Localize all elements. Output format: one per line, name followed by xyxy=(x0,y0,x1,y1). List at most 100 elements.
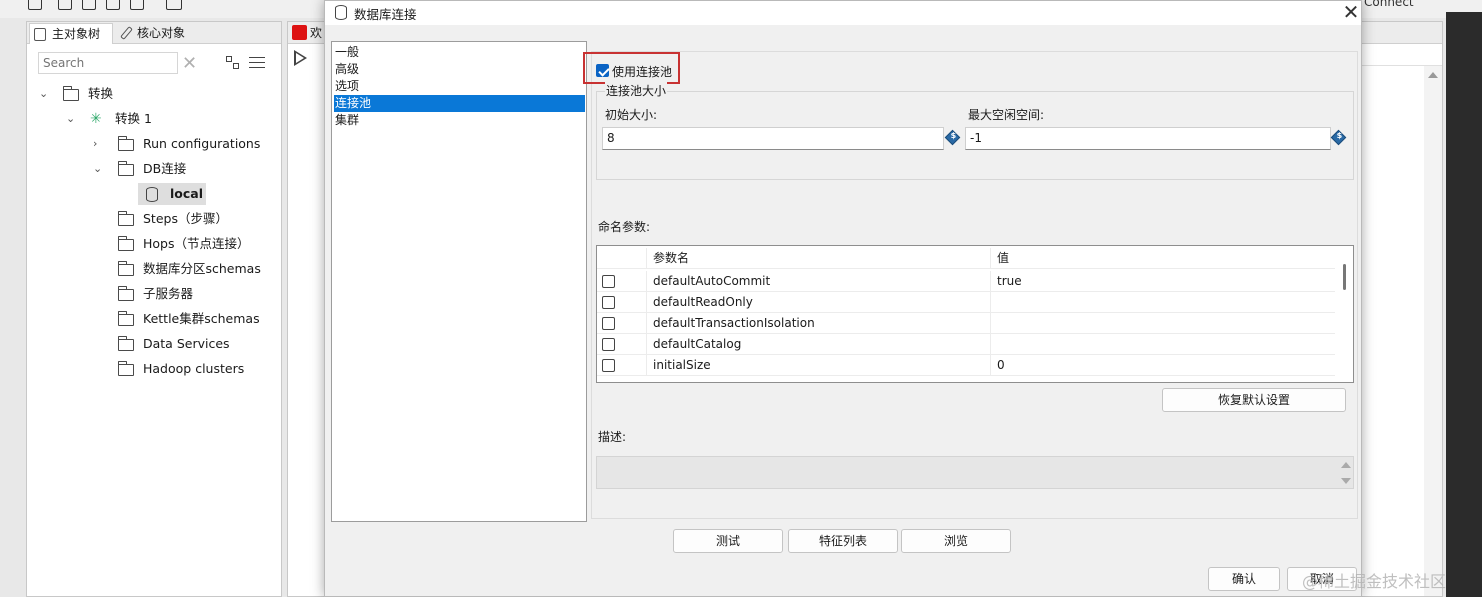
left-object-panel: 主对象树 核心对象 ✕ ⌄ 转换 ⌄ ✳ 转换 1 › Run configur… xyxy=(26,21,282,597)
tab-welcome-label: 欢 xyxy=(310,26,323,40)
new-file-icon[interactable] xyxy=(28,0,42,10)
param-name[interactable]: defaultAutoCommit xyxy=(647,271,991,292)
row-checkbox[interactable] xyxy=(602,275,615,288)
folder-icon xyxy=(117,261,134,276)
param-value[interactable]: 0 xyxy=(991,355,1335,376)
tab-welcome[interactable]: 欢 xyxy=(288,22,328,44)
clear-search-icon[interactable]: ✕ xyxy=(182,53,197,74)
param-value[interactable] xyxy=(991,313,1335,334)
table-scrollbar[interactable] xyxy=(1338,250,1352,380)
tree-label: 子服务器 xyxy=(143,286,194,301)
table-row[interactable]: defaultAutoCommit true xyxy=(597,271,1335,292)
named-params-table: 参数名 值 defaultAutoCommit true defaultRead… xyxy=(596,245,1354,383)
use-pool-label[interactable]: 使用连接池 xyxy=(612,63,672,80)
nav-item-pooling[interactable]: 连接池 xyxy=(334,95,585,112)
folder-icon xyxy=(117,161,134,176)
folder-icon xyxy=(117,361,134,376)
canvas-panel: 欢 xyxy=(287,21,328,597)
scrollbar[interactable] xyxy=(1424,66,1442,596)
welcome-icon xyxy=(292,25,307,40)
chevron-right-icon[interactable]: › xyxy=(93,138,103,149)
tree-label: Hadoop clusters xyxy=(143,361,245,376)
chevron-down-icon[interactable]: ⌄ xyxy=(93,163,103,174)
folder-icon xyxy=(117,311,134,326)
explore-icon[interactable] xyxy=(82,0,96,10)
tree-label: Hops（节点连接） xyxy=(143,236,250,251)
nav-item-general[interactable]: 一般 xyxy=(334,44,585,61)
param-value[interactable] xyxy=(991,334,1335,355)
feature-list-button[interactable]: 特征列表 xyxy=(788,529,898,553)
row-checkbox[interactable] xyxy=(602,296,615,309)
search-input[interactable] xyxy=(38,52,178,74)
scroll-down-icon[interactable] xyxy=(1341,478,1351,484)
database-icon xyxy=(335,5,347,20)
tree-label: DB连接 xyxy=(143,161,187,176)
tab-core-objects[interactable]: 核心对象 xyxy=(115,23,219,44)
tab-main-tree[interactable]: 主对象树 xyxy=(29,23,113,44)
chevron-down-icon[interactable]: ⌄ xyxy=(66,113,76,124)
save-icon[interactable] xyxy=(106,0,120,10)
test-button[interactable]: 测试 xyxy=(673,529,783,553)
pencil-icon xyxy=(120,26,133,40)
close-icon[interactable]: ✕ xyxy=(1340,1,1362,23)
table-row[interactable]: defaultCatalog xyxy=(597,334,1335,355)
param-value[interactable] xyxy=(991,292,1335,313)
chevron-down-icon[interactable]: ⌄ xyxy=(39,88,49,99)
table-row[interactable]: defaultTransactionIsolation xyxy=(597,313,1335,334)
run-icon[interactable] xyxy=(294,50,307,66)
layers-icon[interactable] xyxy=(166,0,182,10)
row-checkbox[interactable] xyxy=(602,338,615,351)
tree-label: 转换 xyxy=(88,86,114,101)
left-panel-tabs: 主对象树 核心对象 xyxy=(27,22,281,44)
watermark: @稀土掘金技术社区 xyxy=(1302,572,1447,591)
table-row[interactable]: defaultReadOnly xyxy=(597,292,1335,313)
pool-size-group-title: 连接池大小 xyxy=(605,82,668,99)
param-name[interactable]: defaultReadOnly xyxy=(647,292,991,313)
use-pool-checkbox[interactable] xyxy=(596,64,609,77)
connect-label[interactable]: Connect xyxy=(1364,0,1414,9)
database-icon xyxy=(146,187,158,202)
nav-item-clustering[interactable]: 集群 xyxy=(334,112,585,129)
param-name[interactable]: defaultCatalog xyxy=(647,334,991,355)
row-checkbox[interactable] xyxy=(602,317,615,330)
initial-size-input[interactable]: 8 xyxy=(602,127,944,150)
description-label: 描述: xyxy=(598,430,627,444)
save-as-icon[interactable] xyxy=(130,0,144,10)
row-checkbox[interactable] xyxy=(602,359,615,372)
ok-button[interactable]: 确认 xyxy=(1208,567,1280,591)
transformation-icon: ✳ xyxy=(90,111,102,127)
description-field[interactable] xyxy=(596,456,1354,489)
tree-label: Data Services xyxy=(143,336,230,351)
tree-label: Kettle集群schemas xyxy=(143,311,260,326)
browse-button[interactable]: 浏览 xyxy=(901,529,1011,553)
nav-item-options[interactable]: 选项 xyxy=(334,78,585,95)
list-view-icon[interactable] xyxy=(249,56,265,70)
nav-item-advanced[interactable]: 高级 xyxy=(334,61,585,78)
folder-icon xyxy=(117,136,134,151)
expand-tree-icon[interactable] xyxy=(226,56,240,70)
restore-defaults-button[interactable]: 恢复默认设置 xyxy=(1162,388,1346,412)
tree-label: Run configurations xyxy=(143,136,261,151)
tree-label: 数据库分区schemas xyxy=(143,261,261,276)
scroll-up-icon[interactable] xyxy=(1341,462,1351,468)
named-params-label: 命名参数: xyxy=(598,220,651,234)
folder-icon xyxy=(117,211,134,226)
initial-size-label: 初始大小: xyxy=(605,108,658,122)
column-header-value[interactable]: 值 xyxy=(991,248,1335,269)
column-header-name[interactable]: 参数名 xyxy=(647,248,991,269)
folder-icon xyxy=(117,336,134,351)
param-name[interactable]: defaultTransactionIsolation xyxy=(647,313,991,334)
param-value[interactable]: true xyxy=(991,271,1335,292)
tab-core-objects-label: 核心对象 xyxy=(137,26,186,40)
max-idle-input[interactable]: -1 xyxy=(965,127,1331,150)
folder-icon xyxy=(62,86,79,101)
tree-label: 转换 1 xyxy=(115,111,152,126)
max-idle-label: 最大空闲空间: xyxy=(968,108,1045,122)
open-file-icon[interactable] xyxy=(58,0,72,10)
table-header-row: 参数名 值 xyxy=(597,248,1335,269)
tab-main-tree-label: 主对象树 xyxy=(52,27,101,41)
search-doc-icon xyxy=(34,28,46,41)
table-row[interactable]: initialSize 0 xyxy=(597,355,1335,376)
param-name[interactable]: initialSize xyxy=(647,355,991,376)
right-edge-panel xyxy=(1446,0,1482,597)
